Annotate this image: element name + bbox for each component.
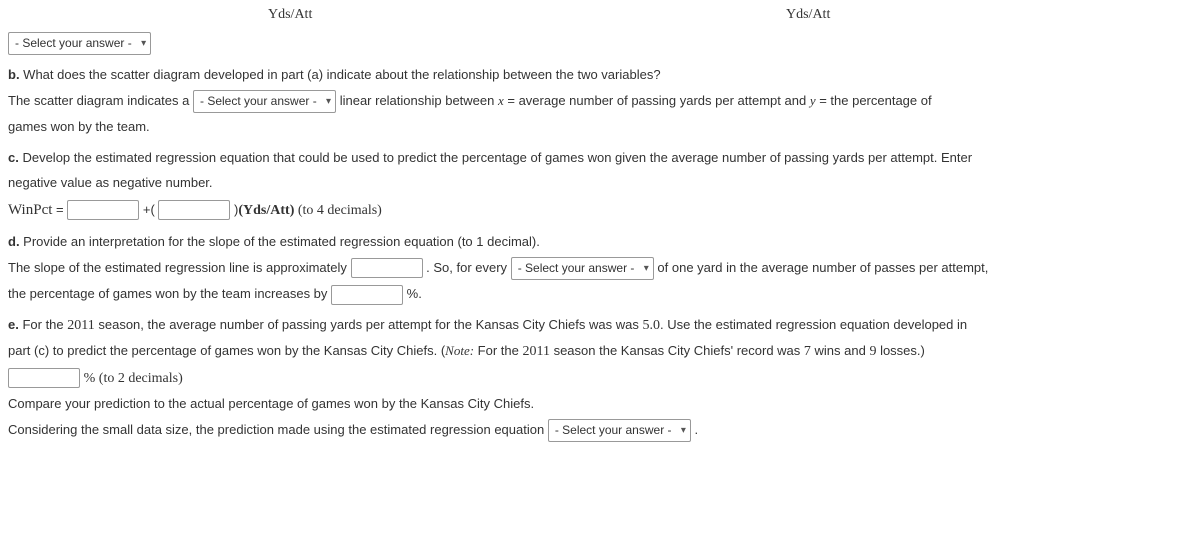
- plus-open-paren: +(: [143, 202, 155, 217]
- note-label: Note:: [445, 343, 474, 358]
- chevron-down-icon: ▾: [141, 36, 146, 52]
- question-container: Yds/Att Yds/Att - Select your answer - ▾…: [0, 0, 1200, 466]
- predicted-pct-input[interactable]: [8, 368, 80, 388]
- part-b-text-3: = average number of passing yards per at…: [504, 93, 810, 108]
- slope-input[interactable]: [351, 258, 423, 278]
- year-2011-a: 2011: [67, 318, 94, 333]
- part-e-label: e.: [8, 317, 19, 332]
- axis-label-row: Yds/Att Yds/Att: [8, 2, 1192, 24]
- part-b-text-4: = the percentage of: [816, 93, 932, 108]
- part-e-text-1: For the: [19, 317, 67, 332]
- axis-label-left: Yds/Att: [268, 4, 312, 26]
- wins-word: wins and: [811, 343, 870, 358]
- part-c-prompt-1: Develop the estimated regression equatio…: [19, 150, 972, 165]
- part-d-label: d.: [8, 234, 20, 249]
- chevron-down-icon: ▾: [681, 423, 686, 439]
- select-label: - Select your answer -: [555, 423, 672, 437]
- value-5-0: 5.0: [642, 318, 660, 333]
- part-d-text-2: . So, for every: [426, 260, 511, 275]
- select-answer-b[interactable]: - Select your answer - ▾: [193, 90, 336, 113]
- part-e-text-2: season, the average number of passing ya…: [95, 317, 643, 332]
- part-d-text-3: of one yard in the average number of pas…: [657, 260, 988, 275]
- chevron-down-icon: ▾: [644, 261, 649, 277]
- select-label: - Select your answer -: [15, 36, 132, 50]
- part-e-text-4: part (c) to predict the percentage of ga…: [8, 343, 445, 358]
- part-e-compare: Compare your prediction to the actual pe…: [8, 396, 534, 411]
- part-d-text-1: The slope of the estimated regression li…: [8, 260, 351, 275]
- select-answer-d[interactable]: - Select your answer - ▾: [511, 257, 654, 280]
- part-b-text-1: The scatter diagram indicates a: [8, 93, 193, 108]
- increase-input[interactable]: [331, 285, 403, 305]
- equals-sign: =: [52, 202, 67, 217]
- select-label: - Select your answer -: [200, 94, 317, 108]
- axis-label-right: Yds/Att: [786, 4, 830, 26]
- select-answer-e[interactable]: - Select your answer - ▾: [548, 419, 691, 442]
- b1-input[interactable]: [158, 200, 230, 220]
- part-b-text-5: games won by the team.: [8, 119, 150, 134]
- part-e-text-5: For the: [474, 343, 522, 358]
- part-e-text-3: . Use the estimated regression equation …: [660, 317, 967, 332]
- part-e-closing-post: .: [695, 422, 699, 437]
- pct-precision-note: % (to 2 decimals): [84, 371, 183, 386]
- part-c-label: c.: [8, 150, 19, 165]
- precision-note-c: (to 4 decimals): [294, 203, 381, 218]
- part-d-text-5: %.: [407, 286, 422, 301]
- select-answer-top[interactable]: - Select your answer - ▾: [8, 32, 151, 55]
- year-2011-b: 2011: [522, 344, 549, 359]
- b0-input[interactable]: [67, 200, 139, 220]
- part-b-text-2: linear relationship between: [340, 93, 498, 108]
- select-label: - Select your answer -: [518, 261, 635, 275]
- part-b-prompt: What does the scatter diagram developed …: [20, 67, 661, 82]
- yds-att-term: (Yds/Att): [238, 203, 294, 218]
- part-e-closing-pre: Considering the small data size, the pre…: [8, 422, 548, 437]
- winpct-lhs: WinPct: [8, 202, 52, 218]
- part-e-text-6: season the Kansas City Chiefs' record wa…: [550, 343, 804, 358]
- part-c-prompt-2: negative value as negative number.: [8, 175, 213, 190]
- part-d-text-4: the percentage of games won by the team …: [8, 286, 331, 301]
- part-d-prompt: Provide an interpretation for the slope …: [20, 234, 540, 249]
- wins-7: 7: [804, 344, 811, 359]
- chevron-down-icon: ▾: [326, 94, 331, 110]
- part-b-label: b.: [8, 67, 20, 82]
- part-e-text-7: losses.): [876, 343, 924, 358]
